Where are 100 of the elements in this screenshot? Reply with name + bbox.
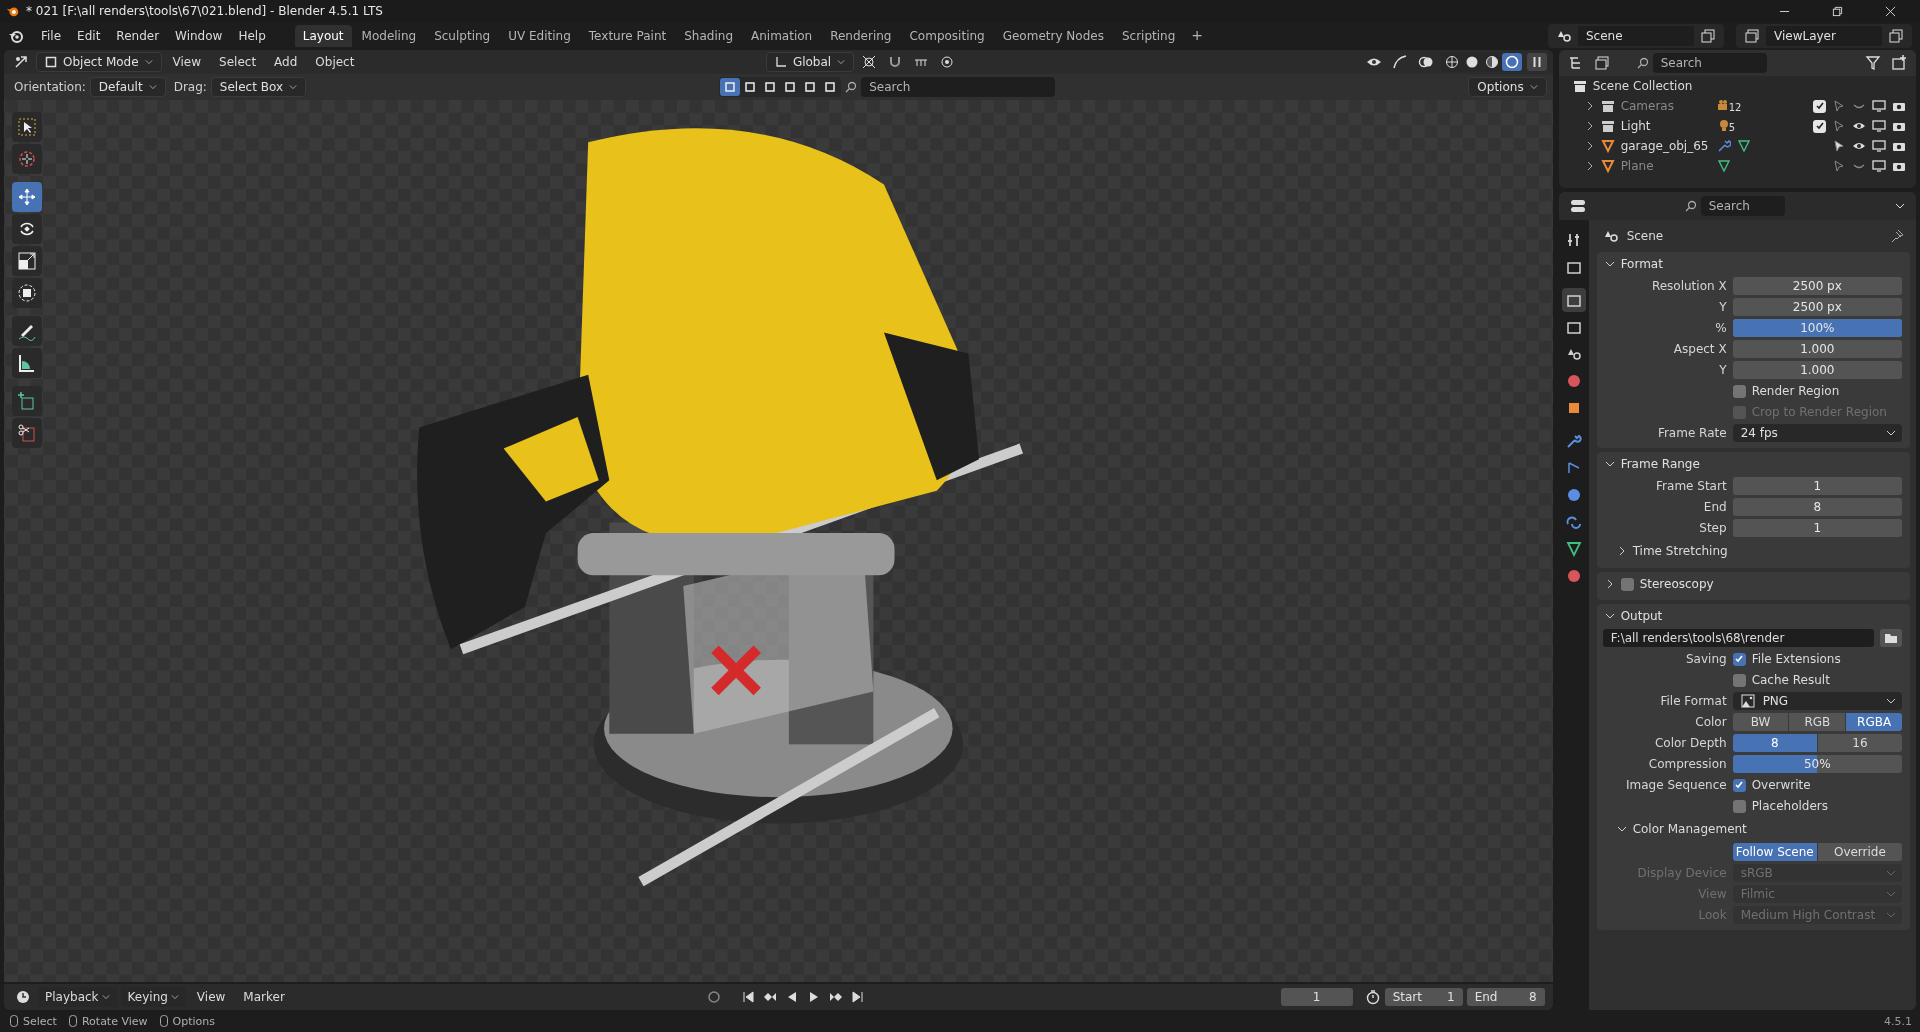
pause-button[interactable] — [1526, 53, 1547, 71]
copy-icon[interactable] — [1888, 28, 1904, 44]
menu-item[interactable]: Edit — [70, 26, 108, 46]
menu-item[interactable]: Add — [267, 52, 305, 72]
properties-tab[interactable] — [1561, 288, 1586, 312]
workspace-tab[interactable]: UV Editing — [500, 25, 579, 47]
tool-button[interactable] — [12, 214, 42, 244]
tool-button[interactable] — [12, 182, 42, 212]
path-field[interactable]: F:\all renders\tools\68\render — [1602, 629, 1874, 647]
start-frame-field[interactable]: Start 1 — [1384, 988, 1463, 1006]
search-field[interactable]: Search — [861, 77, 1056, 97]
menu-item[interactable]: View — [189, 987, 233, 1007]
next-keyframe-icon[interactable] — [829, 990, 844, 1004]
workspace-tab[interactable]: Compositing — [901, 25, 993, 47]
close-icon[interactable] — [1885, 5, 1896, 17]
previous-keyframe-icon[interactable] — [763, 990, 778, 1004]
panel-header[interactable]: Frame Range — [1596, 452, 1910, 476]
drag-dropdown[interactable]: Select Box — [210, 77, 306, 97]
number-field[interactable]: 2500 px — [1732, 298, 1902, 316]
number-field[interactable]: 2500 px — [1732, 277, 1902, 295]
dropdown[interactable]: 24 fps — [1732, 424, 1902, 442]
jump-start-icon[interactable] — [741, 990, 756, 1004]
checkbox[interactable] — [1732, 778, 1746, 792]
number-field[interactable]: 1 — [1732, 477, 1902, 495]
tool-button[interactable] — [12, 418, 42, 448]
menu-item[interactable]: Render — [109, 26, 167, 46]
outliner-item[interactable]: Light — [1620, 119, 1711, 133]
search-field[interactable]: Search — [1700, 196, 1785, 216]
workspace-tab[interactable]: Animation — [743, 25, 821, 47]
checkbox[interactable] — [1732, 673, 1746, 687]
checkbox[interactable] — [1620, 577, 1634, 591]
maximize-icon[interactable] — [1832, 5, 1843, 17]
workspace-tab[interactable]: Geometry Nodes — [994, 25, 1112, 47]
subpanel-header[interactable]: Time Stretching — [1616, 544, 1728, 558]
workspace-tab[interactable]: Shading — [676, 25, 741, 47]
menu-item[interactable]: View — [165, 52, 209, 72]
blender-logo-icon[interactable] — [8, 28, 24, 44]
workspace-tab[interactable]: Layout — [294, 25, 352, 47]
view-layer-selector[interactable]: ViewLayer — [1766, 26, 1882, 46]
tool-button[interactable] — [12, 278, 42, 308]
workspace-tab[interactable]: Texture Paint — [580, 25, 675, 47]
tool-button[interactable] — [12, 246, 42, 276]
workspace-tab[interactable]: Modeling — [353, 25, 425, 47]
options-dropdown[interactable]: Options — [1468, 77, 1547, 97]
monitor-icon[interactable] — [1872, 139, 1886, 153]
record-icon[interactable] — [707, 990, 722, 1004]
jump-end-icon[interactable] — [851, 990, 866, 1004]
copy-icon[interactable] — [1700, 28, 1716, 44]
mode-dropdown[interactable]: Object Mode — [36, 52, 162, 72]
end-frame-field[interactable]: End 8 — [1466, 988, 1545, 1006]
menu-item[interactable]: File — [34, 26, 69, 46]
outliner-item[interactable]: Cameras — [1620, 99, 1711, 113]
panel-header[interactable]: Output — [1596, 604, 1910, 628]
checkbox[interactable] — [1732, 384, 1746, 398]
subpanel-header[interactable]: Color Management — [1616, 822, 1747, 836]
number-field[interactable]: 8 — [1732, 498, 1902, 516]
toggle-button[interactable]: BW — [1732, 713, 1789, 731]
menu-item[interactable]: Keying — [120, 987, 186, 1007]
cursor-arrow-icon[interactable] — [1832, 139, 1846, 153]
checkbox[interactable] — [1732, 799, 1746, 813]
search-field[interactable]: Search — [1652, 53, 1767, 73]
menu-item[interactable]: Select — [212, 52, 264, 72]
number-field[interactable]: 1 — [1732, 519, 1902, 537]
editor-type-icon[interactable] — [13, 54, 29, 70]
toggle-button[interactable]: 8 — [1732, 734, 1817, 752]
select-mode-button[interactable] — [720, 78, 741, 96]
clock-icon[interactable] — [15, 989, 31, 1005]
orientation-dropdown[interactable]: Default — [89, 77, 166, 97]
pivot-icon[interactable] — [861, 54, 878, 70]
checkbox[interactable] — [1813, 119, 1826, 133]
number-field[interactable]: 1.000 — [1732, 340, 1902, 358]
gizmo-icon[interactable] — [1391, 54, 1408, 70]
proportional-edit-icon[interactable] — [939, 54, 956, 70]
scene-selector[interactable]: Scene — [1578, 26, 1694, 46]
new-collection-icon[interactable] — [1891, 55, 1907, 71]
dropdown[interactable]: PNG — [1732, 692, 1902, 710]
toggle-button[interactable]: 16 — [1817, 734, 1902, 752]
menu-item[interactable]: Playback — [38, 987, 117, 1007]
outliner-item[interactable]: Plane — [1620, 159, 1711, 173]
overlay-icon[interactable] — [1417, 54, 1434, 70]
number-field[interactable]: 1.000 — [1732, 361, 1902, 379]
monitor-icon[interactable] — [1872, 159, 1886, 173]
monitor-icon[interactable] — [1872, 99, 1886, 113]
menu-item[interactable]: Window — [168, 26, 230, 46]
slider-field[interactable]: 100% — [1732, 319, 1902, 337]
menu-item[interactable]: Object — [308, 52, 362, 72]
outliner-item[interactable]: Scene Collection — [1592, 79, 1693, 93]
menu-item[interactable]: Marker — [236, 987, 292, 1007]
workspace-tab[interactable]: Rendering — [822, 25, 900, 47]
toggle-button[interactable]: RGB — [1789, 713, 1846, 731]
shading-mode-button[interactable] — [1501, 53, 1522, 71]
checkbox[interactable] — [1732, 652, 1746, 666]
orientation-dropdown[interactable]: Global — [765, 52, 855, 72]
stopwatch-icon[interactable] — [1364, 989, 1381, 1005]
checkbox[interactable] — [1813, 99, 1826, 113]
toggle-button[interactable]: Override — [1817, 843, 1902, 861]
tool-button[interactable] — [12, 112, 42, 142]
workspace-tab[interactable]: Sculpting — [426, 25, 499, 47]
toggle-button[interactable]: RGBA — [1846, 713, 1902, 731]
filter-icon[interactable] — [1865, 55, 1881, 71]
